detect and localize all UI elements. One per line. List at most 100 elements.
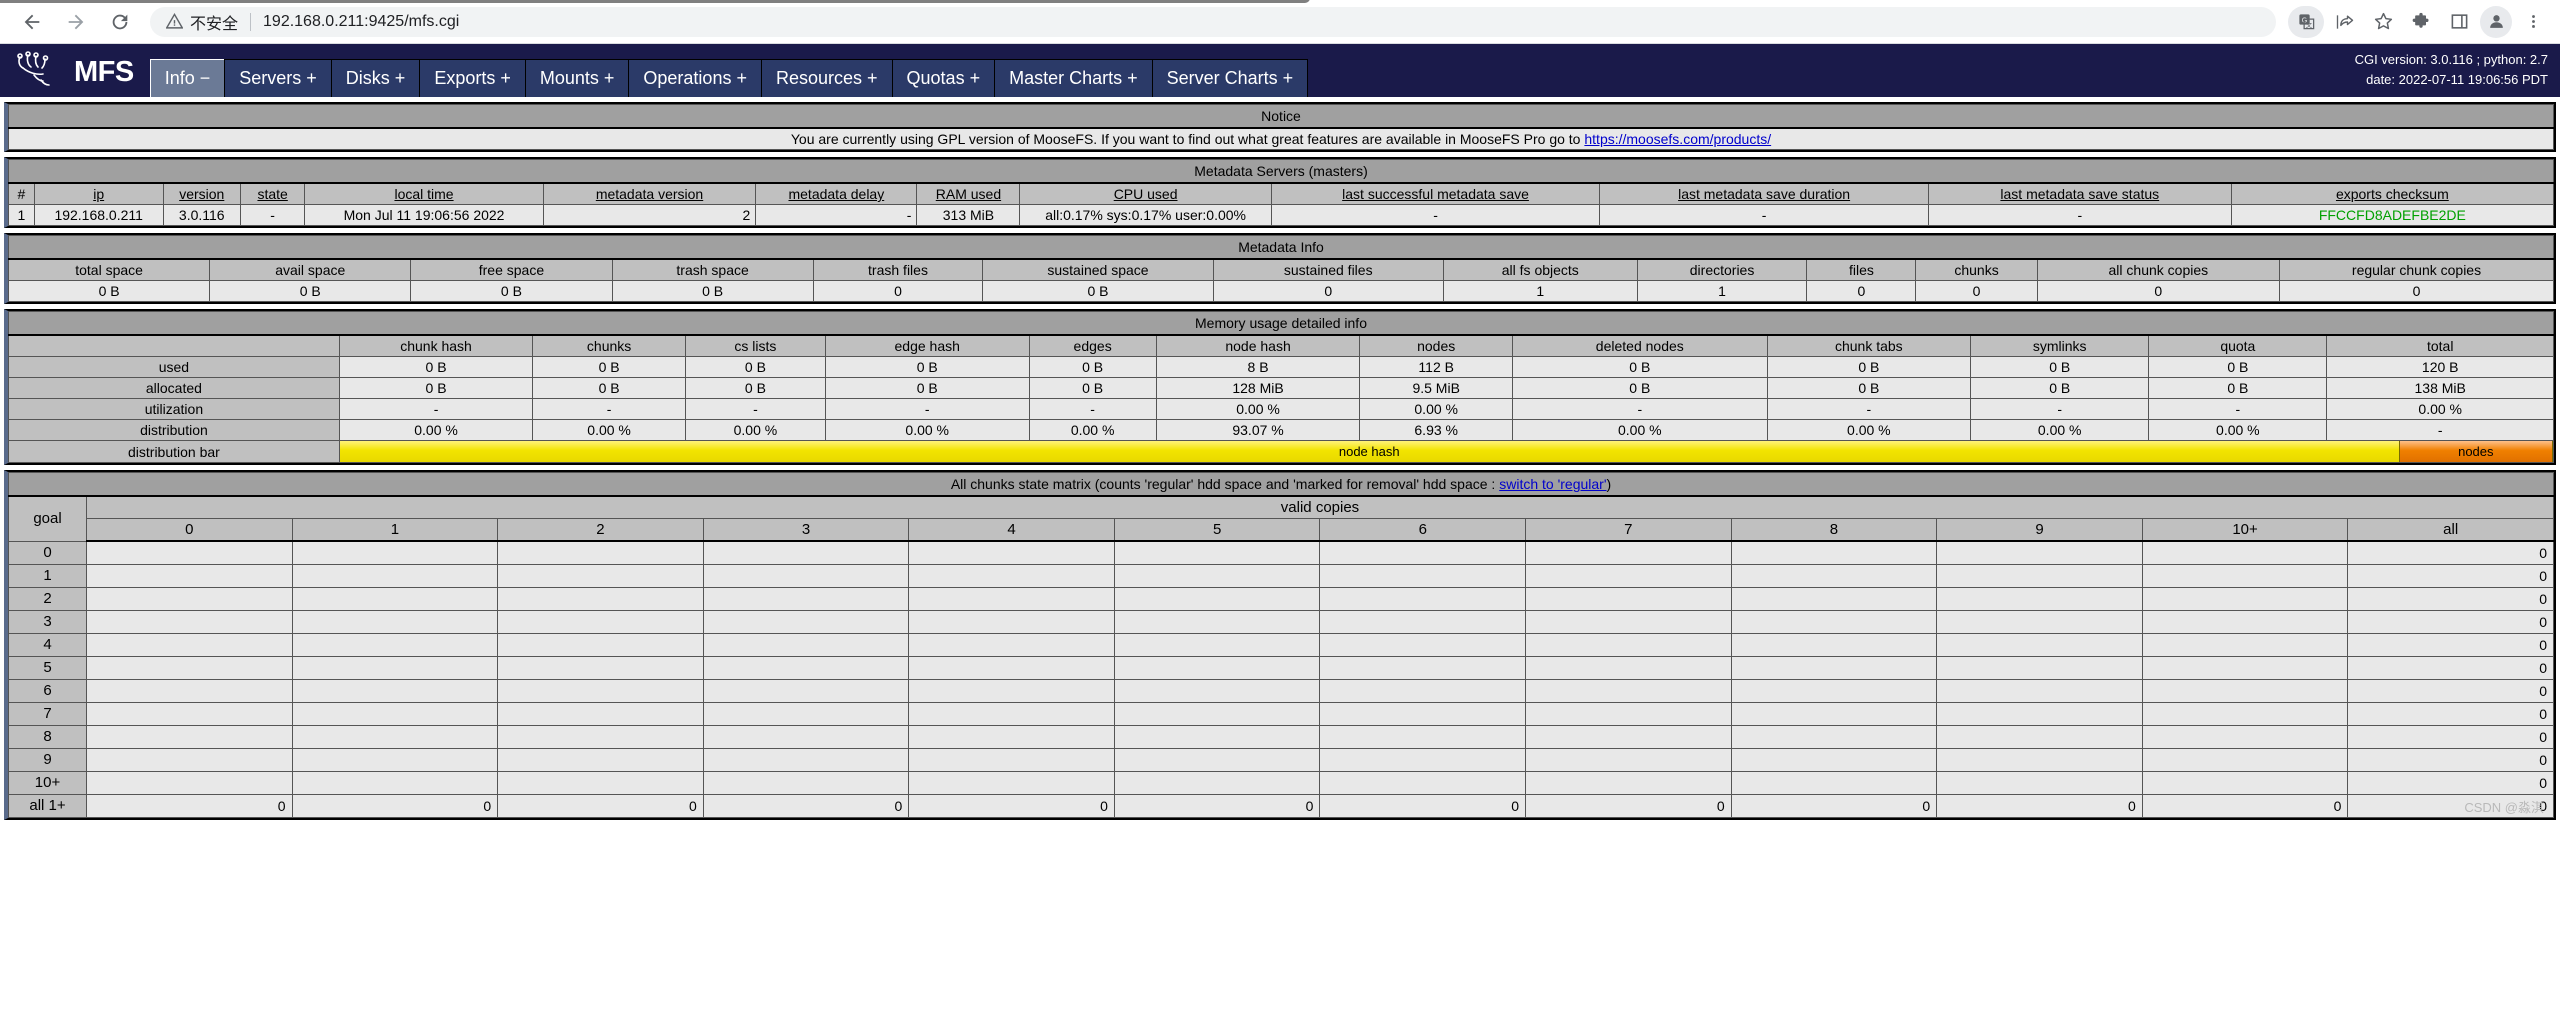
col-local-time[interactable]: local time: [394, 186, 453, 202]
matrix-cell: [497, 586, 704, 611]
nav-item-quotas[interactable]: Quotas +: [891, 58, 996, 97]
matrix-cell: 0: [497, 793, 704, 818]
switch-to-regular-link[interactable]: switch to 'regular': [1499, 476, 1606, 492]
notice-section: Notice You are currently using GPL versi…: [4, 102, 2556, 152]
matrix-cell: [86, 701, 293, 726]
matrix-cell: [1319, 632, 1527, 657]
matrix-cell: [1936, 678, 2143, 703]
matrix-cell: 0: [2347, 701, 2554, 726]
metadata-info-table: Metadata Info total space avail space fr…: [7, 235, 2554, 302]
chrome-menu-button[interactable]: [2516, 6, 2550, 38]
cell-allocated-cs-lists: 0 B: [684, 377, 826, 399]
profile-button[interactable]: [2480, 5, 2512, 38]
mfs-logo: MFS: [0, 51, 150, 97]
table-row: 60: [8, 678, 2554, 703]
moosefs-products-link[interactable]: https://moosefs.com/products/: [1584, 131, 1771, 147]
col-last-save-duration[interactable]: last metadata save duration: [1678, 186, 1850, 202]
matrix-cell: [702, 724, 910, 749]
matrix-cell: [291, 678, 499, 703]
col-version[interactable]: version: [179, 186, 224, 202]
table-row: 30: [8, 609, 2554, 634]
cell-allocated-deleted-nodes: 0 B: [1512, 377, 1768, 399]
cell-utilization-chunks: -: [532, 398, 686, 420]
table-row: utilization - - - - - 0.00 % 0.00 % - - …: [8, 398, 2554, 420]
chunks-matrix-title: All chunks state matrix (counts 'regular…: [8, 472, 2554, 497]
matrix-cell: [291, 747, 499, 772]
cell-last-save-duration: -: [1599, 204, 1929, 226]
reload-button[interactable]: [98, 0, 142, 44]
back-button[interactable]: [10, 0, 54, 44]
matrix-cell: [908, 770, 1115, 795]
cell-distribution-symlinks: 0.00 %: [1970, 419, 2150, 441]
cell-used-edge-hash: 0 B: [824, 356, 1030, 378]
memory-usage-section: Memory usage detailed info chunk hash ch…: [4, 309, 2556, 465]
cell-utilization-edge-hash: -: [824, 398, 1030, 420]
address-bar[interactable]: 不安全 192.168.0.211:9425/mfs.cgi: [150, 6, 2276, 37]
col-trash-space: trash space: [611, 258, 814, 281]
cell-metadata-version: 2: [542, 204, 757, 226]
nav-item-operations[interactable]: Operations +: [628, 58, 762, 97]
nav-item-servers[interactable]: Servers +: [224, 58, 332, 97]
matrix-cell: [1525, 609, 1732, 634]
matrix-cell: [497, 747, 704, 772]
matrix-cell: [908, 701, 1115, 726]
cell-directories: 1: [1636, 280, 1808, 302]
side-panel-button[interactable]: [2442, 6, 2476, 38]
metadata-info-title: Metadata Info: [8, 235, 2554, 260]
table-row: 90: [8, 747, 2554, 772]
col-all-chunk-copies: all chunk copies: [2036, 258, 2281, 281]
nav-item-exports[interactable]: Exports +: [419, 58, 526, 97]
cell-allocated-chunks: 0 B: [532, 377, 686, 399]
nav-item-master-charts[interactable]: Master Charts +: [994, 58, 1153, 97]
cell-distribution-quota: 0.00 %: [2148, 419, 2328, 441]
cell-used-nodes: 112 B: [1359, 356, 1514, 378]
table-row: 10+ 0: [8, 770, 2554, 795]
matrix-cell: [86, 586, 293, 611]
col-vc-1: 1: [291, 518, 499, 542]
cell-used-chunks: 0 B: [532, 356, 686, 378]
col-blank: [8, 334, 340, 357]
matrix-cell: [2141, 747, 2349, 772]
col-ip[interactable]: ip: [93, 186, 104, 202]
nav-item-server-charts[interactable]: Server Charts +: [1151, 58, 1309, 97]
nav-item-disks[interactable]: Disks +: [330, 58, 421, 97]
col-last-save-status[interactable]: last metadata save status: [2000, 186, 2159, 202]
cell-exports-checksum: FFCCFD8ADEFBE2DE: [2230, 204, 2555, 226]
distribution-bar-cell: node hash nodes: [338, 440, 2555, 463]
nav-item-info[interactable]: Info −: [149, 58, 226, 97]
matrix-cell: [1730, 586, 1938, 611]
forward-button[interactable]: [54, 0, 98, 44]
col-state[interactable]: state: [257, 186, 287, 202]
col-metadata-version[interactable]: metadata version: [596, 186, 703, 202]
extensions-puzzle-icon: [2412, 12, 2429, 28]
matrix-cell: [1730, 701, 1938, 726]
matrix-cell: 0: [1319, 793, 1527, 818]
cell-utilization-chunk-hash: -: [338, 398, 534, 420]
col-exports-checksum[interactable]: exports checksum: [2336, 186, 2449, 202]
bookmark-star-icon: [2374, 12, 2392, 30]
col-vc-2: 2: [497, 518, 704, 542]
col-metadata-delay[interactable]: metadata delay: [788, 186, 884, 202]
nav-item-resources[interactable]: Resources +: [760, 58, 893, 97]
bookmark-button[interactable]: [2366, 6, 2400, 38]
share-button[interactable]: [2328, 6, 2362, 38]
watermark-text: CSDN @淼淇: [2464, 799, 2544, 815]
table-row: 70: [8, 701, 2554, 726]
matrix-cell: [1525, 724, 1732, 749]
col-cpu-used[interactable]: CPU used: [1114, 186, 1178, 202]
cell-free-space: 0 B: [410, 280, 613, 302]
col-ram-used[interactable]: RAM used: [936, 186, 1001, 202]
matrix-cell: [1113, 609, 1321, 634]
translate-button[interactable]: G文: [2288, 5, 2324, 38]
extensions-button[interactable]: [2404, 6, 2438, 38]
matrix-cell: [702, 540, 910, 565]
masters-title: Metadata Servers (masters): [8, 159, 2554, 184]
matrix-cell: [1525, 770, 1732, 795]
col-vc-7: 7: [1525, 518, 1732, 542]
matrix-cell: [291, 540, 499, 565]
matrix-cell: [2141, 770, 2349, 795]
matrix-cell: [1319, 540, 1527, 565]
col-last-successful-save[interactable]: last successful metadata save: [1342, 186, 1529, 202]
profile-avatar-icon: [2489, 15, 2503, 28]
nav-item-mounts[interactable]: Mounts +: [524, 58, 630, 97]
